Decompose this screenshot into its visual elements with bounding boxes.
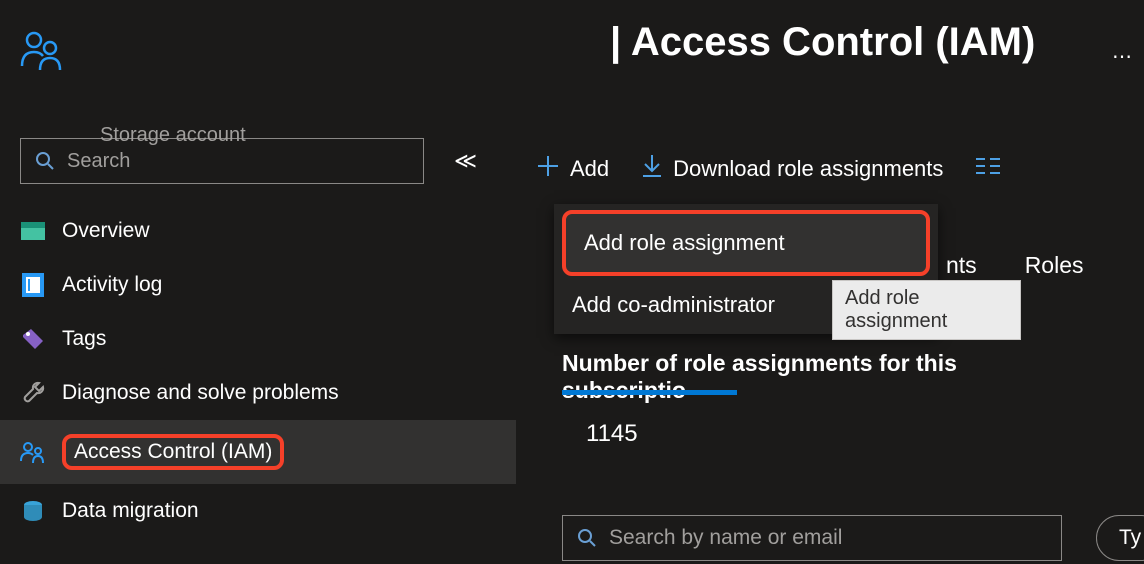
sidebar-item-access-control[interactable]: Access Control (IAM)	[0, 420, 516, 484]
edit-columns-button[interactable]	[975, 156, 1001, 182]
download-icon	[641, 154, 663, 184]
sidebar-item-label: Overview	[62, 219, 150, 243]
assignment-count-heading: Number of role assignments for this subs…	[562, 350, 1021, 404]
users-small-icon	[20, 439, 46, 465]
more-icon[interactable]: ⋯	[1112, 44, 1134, 69]
sidebar-item-label: Access Control (IAM)	[62, 434, 284, 470]
search-icon	[577, 528, 597, 548]
collapse-icon[interactable]: ≪	[454, 148, 477, 174]
sidebar-item-tags[interactable]: Tags	[0, 312, 516, 366]
wrench-icon	[20, 380, 46, 406]
users-icon	[20, 30, 68, 76]
sidebar-item-overview[interactable]: Overview	[0, 204, 516, 258]
tags-icon	[20, 326, 46, 352]
tab-assignments-partial[interactable]: nts	[946, 252, 977, 279]
sidebar-item-diagnose[interactable]: Diagnose and solve problems	[0, 366, 516, 420]
overview-icon	[20, 218, 46, 244]
count-progress-bar	[562, 390, 1132, 395]
sidebar-item-label: Diagnose and solve problems	[62, 381, 339, 405]
tooltip: Add role assignment	[832, 280, 1021, 340]
sidebar-item-label: Tags	[62, 327, 106, 351]
search-icon	[35, 151, 55, 171]
add-button[interactable]: Add	[536, 154, 609, 184]
resource-type-label: Storage account	[100, 124, 246, 147]
sidebar-item-label: Data migration	[62, 499, 199, 523]
sidebar-item-label: Activity log	[62, 273, 162, 297]
activity-log-icon	[20, 272, 46, 298]
download-role-assignments-button[interactable]: Download role assignments	[641, 154, 943, 184]
assignment-count-value: 1145	[586, 420, 638, 448]
plus-icon	[536, 154, 560, 184]
tab-roles[interactable]: Roles	[1025, 252, 1084, 279]
add-role-assignment-item[interactable]: Add role assignment	[562, 210, 930, 276]
columns-icon	[975, 156, 1001, 182]
sidebar-item-data-migration[interactable]: Data migration	[0, 484, 516, 538]
search-by-name-input[interactable]: Search by name or email	[562, 515, 1062, 561]
type-filter-button[interactable]: Ty	[1096, 515, 1144, 561]
sidebar-item-activity-log[interactable]: Activity log	[0, 258, 516, 312]
database-icon	[20, 498, 46, 524]
